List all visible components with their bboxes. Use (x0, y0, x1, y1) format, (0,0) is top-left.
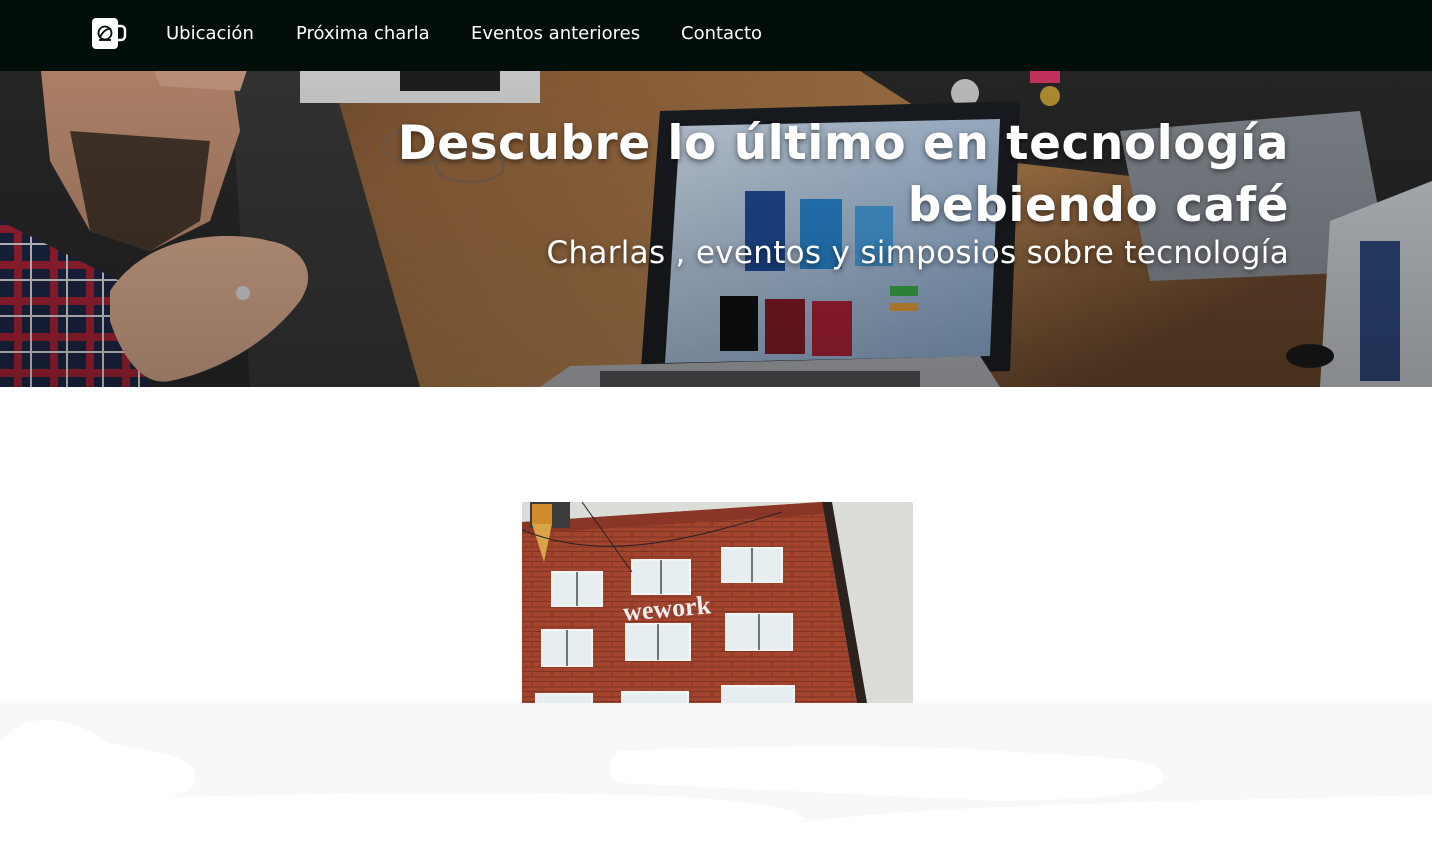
top-navbar: Ubicación Próxima charla Eventos anterio… (0, 0, 1432, 71)
hero-subtitle: Charlas , eventos y simposios sobre tecn… (546, 235, 1289, 271)
nav-link-eventos-anteriores[interactable]: Eventos anteriores (471, 22, 640, 46)
venue-building-image: wework (522, 502, 913, 703)
hero-title: Descubre lo último en tecnología bebiend… (398, 113, 1289, 237)
hero-banner: Descubre lo último en tecnología bebiend… (0, 71, 1432, 387)
nav-link-ubicacion[interactable]: Ubicación (166, 22, 254, 46)
footer-wave-section (0, 703, 1432, 859)
nav-link-proxima-charla[interactable]: Próxima charla (296, 22, 430, 46)
coffee-cup-logo-icon[interactable] (91, 17, 127, 50)
hero-title-line-1: Descubre lo último en tecnología (397, 116, 1289, 171)
hero-title-line-2: bebiendo café (907, 178, 1289, 233)
footer-wave-decoration (0, 703, 1432, 859)
nav-link-contacto[interactable]: Contacto (681, 22, 762, 46)
hero-text-block: Descubre lo último en tecnología bebiend… (398, 113, 1289, 273)
